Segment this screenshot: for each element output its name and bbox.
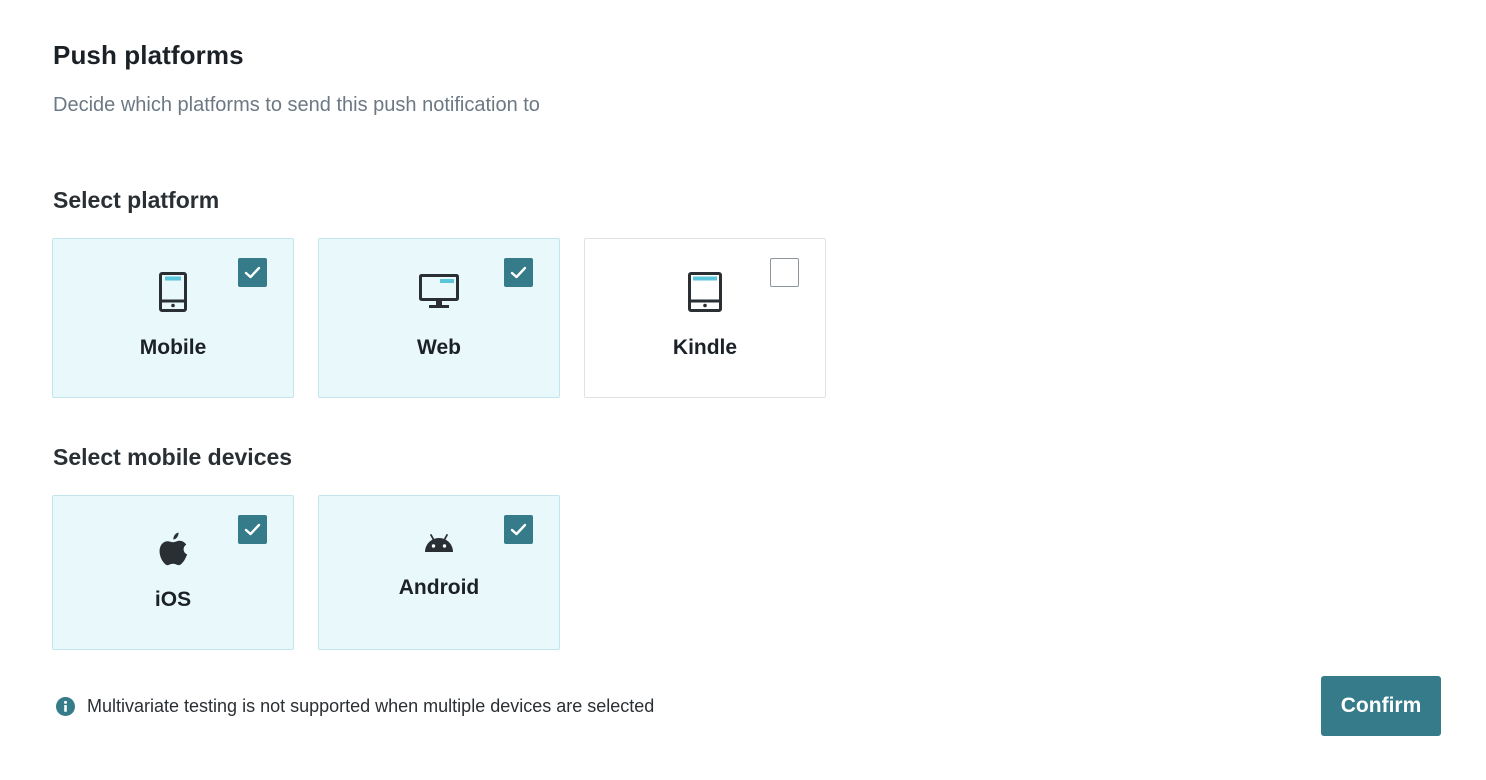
checkmark-icon bbox=[244, 523, 261, 536]
platform-label-mobile: Mobile bbox=[139, 336, 207, 359]
apple-icon bbox=[159, 532, 188, 566]
kindle-checkbox[interactable] bbox=[770, 258, 799, 287]
mobile-phone-icon bbox=[159, 272, 187, 312]
device-label-ios: iOS bbox=[154, 588, 192, 611]
device-label-android: Android bbox=[398, 576, 480, 599]
info-message: Multivariate testing is not supported wh… bbox=[56, 693, 654, 719]
confirm-button[interactable]: Confirm bbox=[1321, 676, 1441, 736]
checkmark-icon bbox=[510, 266, 527, 279]
info-text: Multivariate testing is not supported wh… bbox=[87, 695, 655, 716]
checkmark-icon bbox=[510, 523, 527, 536]
mobile-checkbox[interactable] bbox=[238, 258, 267, 287]
platform-card-web[interactable]: Web bbox=[318, 238, 560, 398]
ios-checkbox[interactable] bbox=[238, 515, 267, 544]
device-card-android[interactable]: Android bbox=[318, 495, 560, 650]
select-mobile-devices-heading: Select mobile devices bbox=[53, 444, 293, 470]
info-icon bbox=[56, 696, 75, 716]
platform-label-kindle: Kindle bbox=[672, 336, 738, 359]
checkmark-icon bbox=[244, 266, 261, 279]
platform-label-web: Web bbox=[417, 336, 461, 359]
page-title: Push platforms bbox=[53, 40, 244, 70]
kindle-tablet-icon bbox=[688, 272, 722, 312]
select-platform-heading: Select platform bbox=[53, 187, 220, 213]
page-subtitle: Decide which platforms to send this push… bbox=[53, 94, 540, 116]
android-checkbox[interactable] bbox=[504, 515, 533, 544]
web-checkbox[interactable] bbox=[504, 258, 533, 287]
platform-card-mobile[interactable]: Mobile bbox=[52, 238, 294, 398]
android-icon bbox=[425, 534, 453, 552]
desktop-monitor-icon bbox=[419, 274, 459, 308]
platform-card-kindle[interactable]: Kindle bbox=[584, 238, 826, 398]
device-card-ios[interactable]: iOS bbox=[52, 495, 294, 650]
